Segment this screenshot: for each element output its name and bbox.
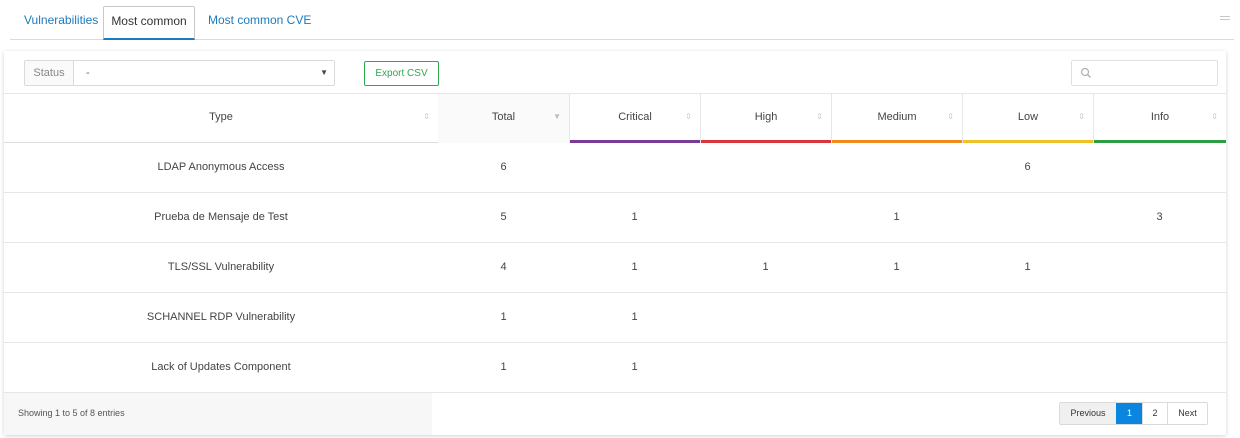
tab-vulnerabilities[interactable]: Vulnerabilities bbox=[10, 6, 112, 40]
footer-info-area: Showing 1 to 5 of 8 entries bbox=[4, 393, 432, 435]
cell-info bbox=[1093, 143, 1226, 192]
next-page-button[interactable]: Next bbox=[1167, 403, 1207, 424]
cell-low: 6 bbox=[1024, 161, 1031, 173]
previous-page-button[interactable]: Previous bbox=[1060, 403, 1116, 424]
cell-info bbox=[1093, 293, 1226, 342]
cell-medium bbox=[831, 143, 962, 192]
search-field bbox=[1071, 60, 1218, 86]
cell-critical: 1 bbox=[631, 311, 638, 323]
column-header-high[interactable]: High ⇳ bbox=[700, 94, 831, 143]
column-label: Critical bbox=[618, 111, 652, 123]
table-row[interactable]: TLS/SSL Vulnerability 4 1 1 1 1 bbox=[4, 243, 1226, 293]
tab-bar: Vulnerabilities Most common Most common … bbox=[10, 6, 1234, 40]
column-header-critical[interactable]: Critical ⇳ bbox=[569, 94, 700, 143]
menu-icon[interactable] bbox=[1220, 16, 1230, 20]
sort-icon: ⇳ bbox=[1211, 112, 1218, 121]
pagination: Previous 1 2 Next bbox=[1059, 402, 1208, 425]
column-label: High bbox=[754, 111, 778, 123]
column-label: Total bbox=[491, 111, 516, 123]
cell-medium: 1 bbox=[893, 211, 900, 223]
cell-high bbox=[700, 193, 831, 242]
cell-info bbox=[1093, 243, 1226, 292]
status-label: Status bbox=[25, 61, 74, 85]
entries-info: Showing 1 to 5 of 8 entries bbox=[18, 408, 125, 418]
cell-total: 4 bbox=[500, 261, 507, 273]
cell-info bbox=[1093, 343, 1226, 392]
cell-low bbox=[962, 343, 1093, 392]
table-footer: Showing 1 to 5 of 8 entries Previous 1 2… bbox=[4, 393, 1226, 435]
status-select-value: - bbox=[86, 67, 90, 79]
page-2-button[interactable]: 2 bbox=[1142, 403, 1167, 424]
cell-critical: 1 bbox=[631, 261, 638, 273]
column-label: Info bbox=[1150, 111, 1170, 123]
column-header-medium[interactable]: Medium ⇳ bbox=[831, 94, 962, 143]
cell-critical: 1 bbox=[631, 361, 638, 373]
status-filter: Status - ▼ bbox=[24, 60, 335, 86]
cell-low bbox=[962, 193, 1093, 242]
cell-medium: 1 bbox=[893, 261, 900, 273]
cell-critical: 1 bbox=[631, 211, 638, 223]
column-header-info[interactable]: Info ⇳ bbox=[1093, 94, 1226, 143]
cell-high bbox=[700, 143, 831, 192]
cell-high bbox=[700, 293, 831, 342]
column-header-total[interactable]: Total ▼ bbox=[438, 94, 569, 143]
cell-low bbox=[962, 293, 1093, 342]
column-header-low[interactable]: Low ⇳ bbox=[962, 94, 1093, 143]
page-1-button[interactable]: 1 bbox=[1116, 403, 1142, 424]
cell-type: Lack of Updates Component bbox=[151, 361, 291, 373]
table-row[interactable]: Prueba de Mensaje de Test 5 1 1 3 bbox=[4, 193, 1226, 243]
column-header-type[interactable]: Type ⇳ bbox=[4, 94, 438, 143]
tab-most-common-cve[interactable]: Most common CVE bbox=[194, 6, 325, 40]
status-select[interactable]: - ▼ bbox=[74, 61, 334, 85]
table-row[interactable]: LDAP Anonymous Access 6 6 bbox=[4, 143, 1226, 193]
cell-total: 1 bbox=[500, 361, 507, 373]
cell-medium bbox=[831, 293, 962, 342]
cell-low: 1 bbox=[1024, 261, 1031, 273]
caret-down-icon: ▼ bbox=[320, 68, 328, 77]
sort-icon: ⇳ bbox=[816, 112, 823, 121]
sort-icon: ⇳ bbox=[947, 112, 954, 121]
table-header: Type ⇳ Total ▼ Critical ⇳ High ⇳ Medium … bbox=[4, 93, 1226, 143]
toolbar: Status - ▼ Export CSV bbox=[4, 51, 1226, 93]
table-row[interactable]: Lack of Updates Component 1 1 bbox=[4, 343, 1226, 393]
column-label: Type bbox=[209, 111, 233, 123]
column-label: Medium bbox=[877, 111, 917, 123]
sort-desc-icon: ▼ bbox=[553, 112, 561, 121]
cell-high: 1 bbox=[762, 261, 769, 273]
cell-critical bbox=[569, 143, 700, 192]
cell-high bbox=[700, 343, 831, 392]
cell-type: SCHANNEL RDP Vulnerability bbox=[146, 311, 296, 323]
cell-total: 6 bbox=[500, 161, 507, 173]
cell-type: Prueba de Mensaje de Test bbox=[154, 211, 288, 223]
search-icon bbox=[1080, 67, 1091, 78]
most-common-table: Type ⇳ Total ▼ Critical ⇳ High ⇳ Medium … bbox=[4, 93, 1226, 393]
cell-type: LDAP Anonymous Access bbox=[157, 161, 285, 173]
sort-icon: ⇳ bbox=[685, 112, 692, 121]
cell-type: TLS/SSL Vulnerability bbox=[167, 261, 275, 273]
sort-icon: ⇳ bbox=[1078, 112, 1085, 121]
cell-total: 5 bbox=[500, 211, 507, 223]
table-row[interactable]: SCHANNEL RDP Vulnerability 1 1 bbox=[4, 293, 1226, 343]
cell-total: 1 bbox=[500, 311, 507, 323]
column-label: Low bbox=[1017, 111, 1039, 123]
export-csv-button[interactable]: Export CSV bbox=[364, 61, 439, 86]
most-common-panel: Status - ▼ Export CSV Type ⇳ Total ▼ Cri… bbox=[4, 51, 1226, 435]
tab-most-common[interactable]: Most common bbox=[103, 6, 195, 40]
cell-info: 3 bbox=[1156, 211, 1163, 223]
cell-medium bbox=[831, 343, 962, 392]
sort-icon: ⇳ bbox=[423, 112, 430, 121]
search-input[interactable] bbox=[1072, 61, 1217, 85]
